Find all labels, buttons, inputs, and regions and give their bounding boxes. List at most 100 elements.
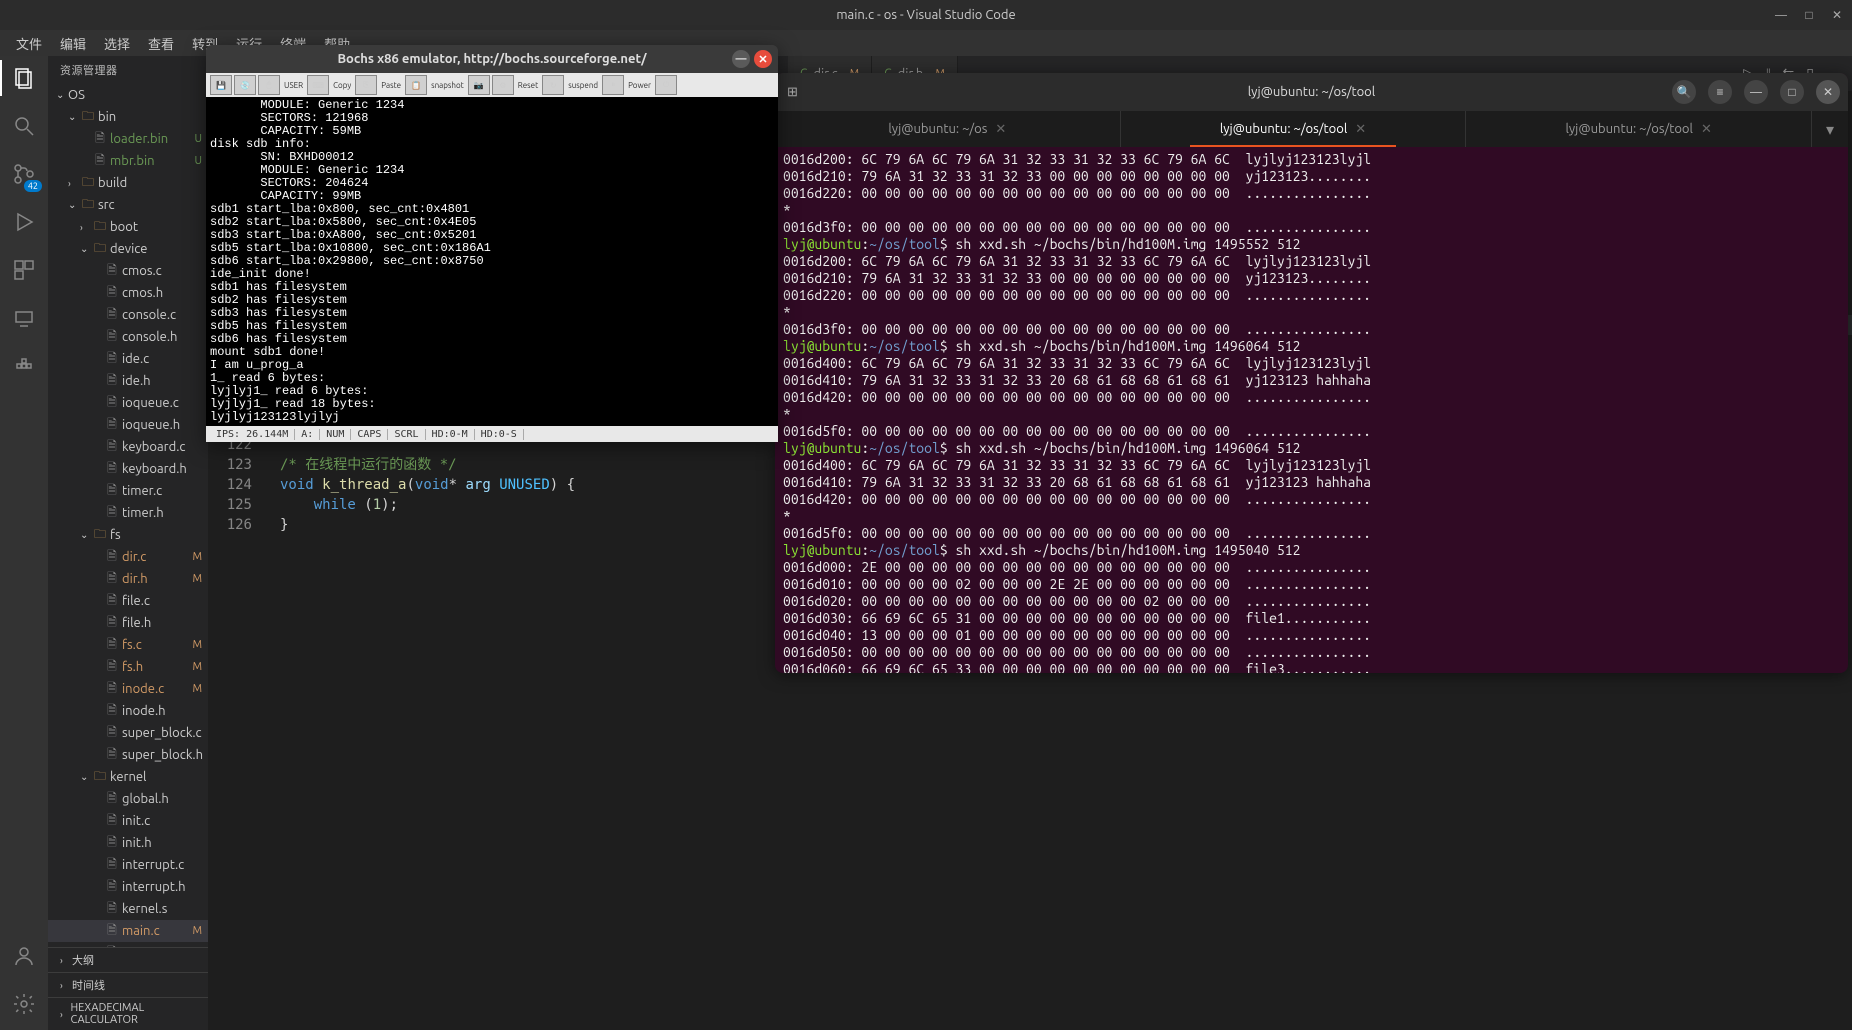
- bochs-tool-user[interactable]: ⌨: [307, 75, 329, 95]
- tree-file-keyboard.c[interactable]: 🗎keyboard.c: [48, 436, 208, 458]
- bochs-tool-mouse[interactable]: 🖱: [258, 75, 280, 95]
- tree-file-cmos.h[interactable]: 🗎cmos.h: [48, 282, 208, 304]
- bochs-close-button[interactable]: ✕: [754, 50, 772, 68]
- tree-file-memory.c[interactable]: 🗎memory.c: [48, 942, 208, 947]
- bochs-statusbar: IPS: 26.144M A: NUM CAPS SCRL HD:0-M HD:…: [206, 426, 778, 442]
- tree-file-ioqueue.c[interactable]: 🗎ioqueue.c: [48, 392, 208, 414]
- terminal-tab-dropdown[interactable]: ▾: [1812, 111, 1848, 147]
- tree-file-super_block.c[interactable]: 🗎super_block.c: [48, 722, 208, 744]
- tree-file-main.c[interactable]: 🗎main.cM: [48, 920, 208, 942]
- tree-file-ioqueue.h[interactable]: 🗎ioqueue.h: [48, 414, 208, 436]
- activity-search[interactable]: [10, 112, 38, 140]
- tree-file-global.h[interactable]: 🗎global.h: [48, 788, 208, 810]
- bochs-window[interactable]: Bochs x86 emulator, http://bochs.sourcef…: [206, 45, 778, 442]
- terminal-menu-icon[interactable]: ≡: [1708, 80, 1732, 104]
- close-icon[interactable]: ✕: [1355, 122, 1366, 137]
- menu-选择[interactable]: 选择: [96, 32, 138, 55]
- activity-explorer[interactable]: [10, 64, 38, 92]
- tree-file-super_block.h[interactable]: 🗎super_block.h: [48, 744, 208, 766]
- terminal-minimize-button[interactable]: —: [1744, 80, 1768, 104]
- section-大纲[interactable]: ›大纲: [48, 947, 208, 972]
- sidebar: 资源管理器 ⌄OS ⌄🗀bin🗎loader.binU🗎mbr.binU›🗀bu…: [48, 56, 208, 1030]
- bochs-tool-snapshot[interactable]: 📷: [468, 75, 490, 95]
- menu-查看[interactable]: 查看: [140, 32, 182, 55]
- tree-folder-fs[interactable]: ⌄🗀fs: [48, 524, 208, 546]
- activity-docker[interactable]: [10, 352, 38, 380]
- close-icon[interactable]: ✕: [1701, 122, 1712, 137]
- tree-folder-src[interactable]: ⌄🗀src: [48, 194, 208, 216]
- terminal-newtab-icon[interactable]: ⊞: [787, 85, 798, 100]
- tree-file-keyboard.h[interactable]: 🗎keyboard.h: [48, 458, 208, 480]
- sidebar-title: 资源管理器: [48, 56, 208, 84]
- bochs-tool-paste[interactable]: 📋: [405, 75, 427, 95]
- terminal-body[interactable]: 0016d200: 6C 79 6A 6C 79 6A 31 32 33 31 …: [775, 147, 1848, 673]
- bochs-tool-floppy[interactable]: 💾: [210, 75, 232, 95]
- tree-file-fs.h[interactable]: 🗎fs.hM: [48, 656, 208, 678]
- bochs-minimize-button[interactable]: —: [732, 50, 750, 68]
- window-maximize-button[interactable]: □: [1802, 8, 1816, 22]
- bochs-screen[interactable]: MODULE: Generic 1234 SECTORS: 121968 CAP…: [206, 97, 778, 426]
- tree-file-ide.h[interactable]: 🗎ide.h: [48, 370, 208, 392]
- tree-folder-build[interactable]: ›🗀build: [48, 172, 208, 194]
- tree-folder-kernel[interactable]: ⌄🗀kernel: [48, 766, 208, 788]
- section-时间线[interactable]: ›时间线: [48, 972, 208, 997]
- tree-file-inode.c[interactable]: 🗎inode.cM: [48, 678, 208, 700]
- bochs-tool-suspend[interactable]: ⏸: [602, 75, 624, 95]
- activity-run[interactable]: [10, 208, 38, 236]
- terminal-search-icon[interactable]: 🔍: [1672, 80, 1696, 104]
- tree-file-init.c[interactable]: 🗎init.c: [48, 810, 208, 832]
- terminal-tab[interactable]: lyj@ubuntu: ~/os/tool✕: [1466, 111, 1812, 147]
- activity-scm[interactable]: 42: [10, 160, 38, 188]
- activity-bar: 42: [0, 56, 48, 1030]
- menu-编辑[interactable]: 编辑: [52, 32, 94, 55]
- scm-badge: 42: [24, 180, 42, 192]
- tree-file-timer.c[interactable]: 🗎timer.c: [48, 480, 208, 502]
- tree-folder-boot[interactable]: ›🗀boot: [48, 216, 208, 238]
- window-title: main.c - os - Visual Studio Code: [836, 8, 1015, 22]
- bochs-tool-power[interactable]: ⏻: [655, 75, 677, 95]
- terminal-maximize-button[interactable]: □: [1780, 80, 1804, 104]
- window-close-button[interactable]: ✕: [1830, 8, 1844, 22]
- tree-root[interactable]: ⌄OS: [48, 84, 208, 106]
- tree-folder-bin[interactable]: ⌄🗀bin: [48, 106, 208, 128]
- tree-file-file.h[interactable]: 🗎file.h: [48, 612, 208, 634]
- tree-file-mbr.bin[interactable]: 🗎mbr.binU: [48, 150, 208, 172]
- tree-file-dir.h[interactable]: 🗎dir.hM: [48, 568, 208, 590]
- tree-file-console.h[interactable]: 🗎console.h: [48, 326, 208, 348]
- activity-settings[interactable]: [10, 990, 38, 1018]
- tree-folder-device[interactable]: ⌄🗀device: [48, 238, 208, 260]
- tree-file-init.h[interactable]: 🗎init.h: [48, 832, 208, 854]
- tree-file-inode.h[interactable]: 🗎inode.h: [48, 700, 208, 722]
- bochs-tool-copy[interactable]: ⎘: [355, 75, 377, 95]
- bochs-tool-cdrom[interactable]: 💿: [234, 75, 256, 95]
- bochs-tool-config[interactable]: ⚙: [492, 75, 514, 95]
- tree-file-fs.c[interactable]: 🗎fs.cM: [48, 634, 208, 656]
- terminal-tab[interactable]: lyj@ubuntu: ~/os/tool✕: [1121, 111, 1467, 147]
- bochs-toolbar: 💾 💿 🖱 USER ⌨ Copy ⎘ Paste 📋 snapshot 📷 ⚙…: [206, 73, 778, 97]
- terminal-tabs: lyj@ubuntu: ~/os✕lyj@ubuntu: ~/os/tool✕l…: [775, 111, 1848, 147]
- close-icon[interactable]: ✕: [995, 122, 1006, 137]
- terminal-window[interactable]: ⊞ lyj@ubuntu: ~/os/tool 🔍 ≡ — □ ✕ lyj@ub…: [775, 73, 1848, 673]
- window-titlebar: main.c - os - Visual Studio Code — □ ✕: [0, 0, 1852, 30]
- bochs-tool-reset[interactable]: ↻: [542, 75, 564, 95]
- menu-文件[interactable]: 文件: [8, 32, 50, 55]
- activity-remote[interactable]: [10, 304, 38, 332]
- tree-file-loader.bin[interactable]: 🗎loader.binU: [48, 128, 208, 150]
- terminal-close-button[interactable]: ✕: [1816, 80, 1840, 104]
- activity-account[interactable]: [10, 942, 38, 970]
- tree-file-kernel.s[interactable]: 🗎kernel.s: [48, 898, 208, 920]
- terminal-titlebar[interactable]: ⊞ lyj@ubuntu: ~/os/tool 🔍 ≡ — □ ✕: [775, 73, 1848, 111]
- tree-file-file.c[interactable]: 🗎file.c: [48, 590, 208, 612]
- tree-file-interrupt.c[interactable]: 🗎interrupt.c: [48, 854, 208, 876]
- terminal-tab[interactable]: lyj@ubuntu: ~/os✕: [775, 111, 1121, 147]
- tree-file-cmos.c[interactable]: 🗎cmos.c: [48, 260, 208, 282]
- bochs-titlebar[interactable]: Bochs x86 emulator, http://bochs.sourcef…: [206, 45, 778, 73]
- tree-file-console.c[interactable]: 🗎console.c: [48, 304, 208, 326]
- tree-file-dir.c[interactable]: 🗎dir.cM: [48, 546, 208, 568]
- window-minimize-button[interactable]: —: [1774, 8, 1788, 22]
- tree-file-timer.h[interactable]: 🗎timer.h: [48, 502, 208, 524]
- tree-file-interrupt.h[interactable]: 🗎interrupt.h: [48, 876, 208, 898]
- tree-file-ide.c[interactable]: 🗎ide.c: [48, 348, 208, 370]
- section-HEXADECIMAL CALCULATOR[interactable]: ›HEXADECIMAL CALCULATOR: [48, 997, 208, 1030]
- activity-extensions[interactable]: [10, 256, 38, 284]
